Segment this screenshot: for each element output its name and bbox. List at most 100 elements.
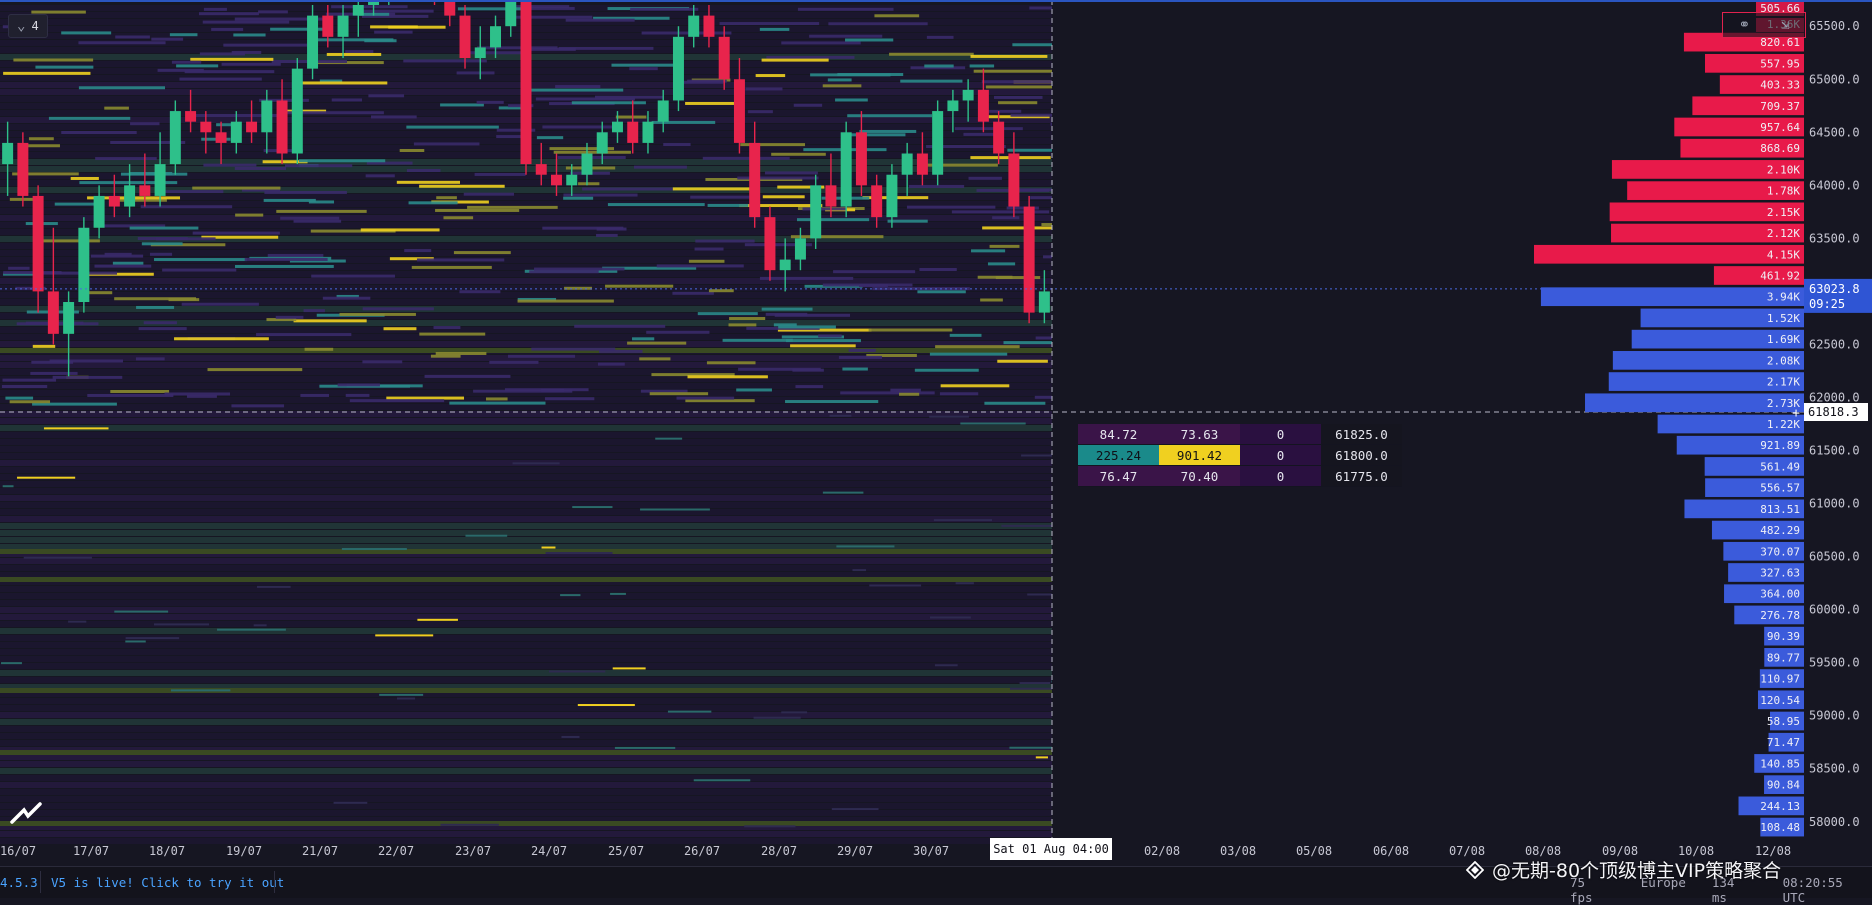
heat-segment	[822, 84, 862, 88]
heatmap-band	[0, 264, 1052, 270]
heat-segment	[202, 20, 290, 24]
candle-body	[718, 36, 730, 80]
time-axis-label: 29/07	[837, 844, 873, 858]
chart-canvas[interactable]: 820.61 557.95 403.33 709.37 957.64 868.69 2.10…	[0, 0, 1872, 860]
price-axis-label: 60000.0	[1809, 603, 1860, 617]
heat-segment	[143, 321, 177, 325]
chevron-down-icon: ⌄	[17, 18, 26, 34]
candle-body	[185, 111, 197, 122]
heat-segment	[48, 116, 131, 120]
heatmap-band	[0, 726, 1052, 732]
heatmap-band	[0, 488, 1052, 494]
heat-segment	[984, 401, 1046, 405]
heat-segment	[919, 268, 957, 272]
heat-segment	[845, 133, 906, 137]
heat-segment	[9, 400, 51, 404]
heat-segment	[1012, 43, 1052, 47]
heat-segment	[383, 327, 417, 331]
heat-segment	[842, 367, 868, 371]
heat-segment	[357, 9, 434, 13]
heat-segment	[78, 41, 166, 45]
heat-segment	[235, 213, 264, 217]
heatmap-band	[0, 509, 1052, 515]
heat-segment	[365, 174, 395, 178]
heat-segment	[708, 289, 734, 293]
candle-body	[169, 111, 181, 165]
heat-segment	[685, 101, 736, 105]
heat-segment	[1027, 593, 1052, 596]
link-icon[interactable]: ⚭	[1738, 18, 1750, 32]
ask-volume-cell: 73.63	[1159, 424, 1240, 444]
heat-segment	[467, 205, 558, 209]
ask-depth-bar-label: 868.69	[1760, 142, 1800, 155]
v5-announcement-link[interactable]: V5 is live! Click to try it out	[51, 875, 284, 890]
heat-segment	[917, 290, 966, 294]
candle-body	[78, 227, 90, 303]
heat-segment	[5, 396, 34, 400]
heat-segment	[577, 704, 635, 707]
ask-depth-bar-label: 2.15K	[1767, 206, 1800, 219]
heat-segment	[935, 345, 1020, 349]
heat-segment	[453, 251, 511, 255]
heat-segment	[3, 71, 91, 75]
heat-segment	[436, 196, 457, 200]
heat-segment	[333, 801, 368, 804]
heat-segment	[190, 57, 274, 61]
heat-segment	[223, 43, 308, 47]
heatmap-chart[interactable]: 820.61 557.95 403.33 709.37 957.64 868.69 2.10…	[0, 0, 1872, 860]
collapse-icon[interactable]: ⇲	[1781, 18, 1789, 32]
heat-segment	[1029, 6, 1052, 10]
candle-body	[733, 79, 745, 143]
heat-segment	[845, 38, 894, 42]
heatmap-band	[0, 453, 1052, 459]
heat-segment	[413, 142, 480, 146]
interval-selector[interactable]: ⌄ 4	[8, 14, 48, 38]
heat-segment	[1009, 746, 1052, 749]
heat-segment	[914, 368, 979, 372]
candle-body	[1008, 153, 1020, 207]
heat-segment	[231, 404, 285, 408]
heat-segment	[960, 422, 1026, 425]
ask-depth-bar-label: 4.15K	[1767, 248, 1800, 261]
heat-segment	[341, 548, 407, 551]
heat-segment	[253, 624, 267, 627]
bid-depth-bar-label: 89.77	[1767, 651, 1800, 664]
candle-body	[459, 15, 471, 59]
heat-segment	[563, 196, 594, 200]
heat-segment	[676, 396, 735, 400]
heat-segment	[293, 319, 367, 323]
heat-segment	[61, 131, 137, 135]
heat-segment	[419, 184, 505, 188]
heat-segment	[989, 244, 1020, 248]
heat-segment	[536, 136, 564, 140]
time-axis-label: 02/08	[1144, 844, 1180, 858]
heat-segment	[790, 235, 884, 239]
candle-body	[63, 302, 75, 334]
heat-segment	[23, 556, 92, 559]
heat-segment	[170, 689, 231, 692]
candle-body	[93, 195, 105, 228]
tooltip-row: 225.24 901.42 0 61800.0	[1078, 445, 1402, 466]
heatmap-band	[0, 670, 1052, 676]
heat-segment	[30, 371, 78, 375]
candle-body	[215, 132, 227, 143]
heat-segment	[980, 298, 1003, 302]
ask-depth-bar-label: 2.12K	[1767, 227, 1800, 240]
heatmap-band	[0, 432, 1052, 438]
heat-segment	[632, 337, 655, 341]
bid-depth-bar-label: 561.49	[1760, 460, 1800, 473]
heat-segment	[233, 33, 266, 37]
ask-depth-bar-label: 820.61	[1760, 36, 1800, 49]
heat-segment	[929, 352, 1008, 356]
heatmap-band	[0, 810, 1052, 816]
heat-segment	[309, 38, 394, 42]
time-axis-label: 26/07	[684, 844, 720, 858]
heatmap-band	[0, 740, 1052, 746]
ask-depth-bar-label: 461.92	[1760, 269, 1800, 282]
liquidity-row	[0, 688, 1052, 693]
heat-segment	[560, 594, 581, 597]
heat-segment	[362, 360, 403, 364]
heat-segment	[440, 823, 499, 826]
heat-segment	[738, 367, 821, 371]
bid-depth-bar-label: 244.13	[1760, 800, 1800, 813]
